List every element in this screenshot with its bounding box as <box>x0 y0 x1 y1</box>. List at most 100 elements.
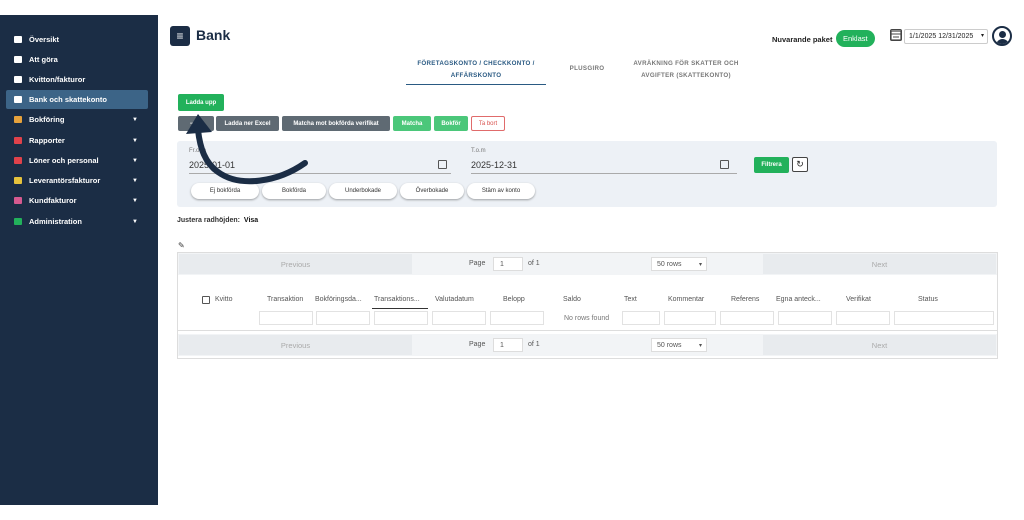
to-label: T.o.m <box>471 148 486 154</box>
page-total-bottom: of 1 <box>528 341 540 348</box>
sidebar-item-label: Bank och skattekonto <box>29 95 107 104</box>
sidebar-item-0[interactable]: Översikt <box>6 30 148 49</box>
column-filter-input[interactable] <box>836 311 890 325</box>
from-calendar-icon[interactable] <box>438 160 447 169</box>
column-header[interactable]: Belopp <box>503 296 525 303</box>
tab-plusgiro[interactable]: PLUSGIRO <box>561 63 613 75</box>
collapse-button[interactable]: − Ex <box>178 116 214 131</box>
column-filter-input[interactable] <box>374 311 428 325</box>
chevron-down-icon: ▼ <box>132 197 138 204</box>
sidebar-item-5[interactable]: Rapporter ▼ <box>6 131 148 150</box>
pencil-icon[interactable]: ✎ <box>178 241 185 250</box>
column-header[interactable]: Kvitto <box>215 296 233 303</box>
sidebar-item-label: Översikt <box>29 35 60 44</box>
row-height-toggle[interactable]: Visa <box>244 217 258 224</box>
sidebar-item-8[interactable]: Kundfakturor ▼ <box>6 191 148 210</box>
match-button[interactable]: Matcha <box>393 116 431 131</box>
package-badge[interactable]: Enklast <box>836 30 875 47</box>
column-header[interactable]: Valutadatum <box>435 296 474 303</box>
page-label: Page <box>469 260 486 267</box>
to-calendar-icon[interactable] <box>720 160 729 169</box>
from-label: Fr.o.m <box>189 148 207 154</box>
refresh-icon: ↻ <box>796 159 804 169</box>
chevron-down-icon: ▼ <box>132 137 138 144</box>
sidebar-item-7[interactable]: Leverantörsfakturor ▼ <box>6 171 148 190</box>
to-underline <box>471 173 737 174</box>
pill-underbokade[interactable]: Underbokade <box>329 183 397 199</box>
grid-footer: Previous Page 1 of 1 50 rows ▾ Next <box>177 331 998 359</box>
empty-message: No rows found <box>564 315 610 322</box>
page-total: of 1 <box>528 260 540 267</box>
column-header[interactable]: Kommentar <box>668 296 704 303</box>
refresh-button[interactable]: ↻ <box>792 157 808 172</box>
pill-overbokade[interactable]: Överbokade <box>400 183 464 199</box>
sidebar-item-icon <box>14 116 22 123</box>
tab-foretagskonto[interactable]: FÖRETAGSKONTO / CHECKKONTO / AFFÄRSKONTO <box>406 58 546 85</box>
next-button-bottom[interactable]: Next <box>763 335 996 355</box>
menu-toggle-button[interactable]: ≡ <box>170 26 190 46</box>
column-header[interactable]: Text <box>624 296 637 303</box>
calendar-icon[interactable] <box>890 29 902 41</box>
column-header[interactable]: Bokföringsda... <box>315 296 362 303</box>
date-range-select[interactable]: 1/1/2025 12/31/2025 ▾ <box>904 29 988 44</box>
download-excel-button[interactable]: Ladda ner Excel <box>216 116 279 131</box>
from-underline <box>189 173 451 174</box>
column-filter-input[interactable] <box>316 311 370 325</box>
column-filter-input[interactable] <box>490 311 544 325</box>
column-filter-input[interactable] <box>720 311 774 325</box>
column-header[interactable]: Transaktion <box>267 296 303 303</box>
sidebar-item-3[interactable]: Bank och skattekonto <box>6 90 148 109</box>
sidebar-item-label: Kundfakturor <box>29 196 77 205</box>
column-filter-input[interactable] <box>259 311 313 325</box>
column-header[interactable]: Egna anteck... <box>776 296 821 303</box>
bokfor-button[interactable]: Bokför <box>434 116 468 131</box>
pill-stam-av-konto[interactable]: Stäm av konto <box>467 183 535 199</box>
next-button[interactable]: Next <box>763 254 996 274</box>
previous-button[interactable]: Previous <box>179 254 412 274</box>
sidebar-item-icon <box>14 96 22 103</box>
column-header[interactable]: Referens <box>731 296 759 303</box>
column-filter-input[interactable] <box>432 311 486 325</box>
column-filter-input[interactable] <box>622 311 660 325</box>
rows-per-page-select[interactable]: 50 rows ▾ <box>651 257 707 271</box>
sidebar-item-icon <box>14 36 22 43</box>
column-header[interactable]: Transaktions... <box>374 296 420 303</box>
tab-skattekonto[interactable]: AVRÄKNING FÖR SKATTER OCH AVGIFTER (SKAT… <box>616 58 756 82</box>
sidebar-item-label: Löner och personal <box>29 156 99 165</box>
user-avatar[interactable] <box>992 26 1012 46</box>
sidebar-item-6[interactable]: Löner och personal ▼ <box>6 151 148 170</box>
to-date-input[interactable]: 2025-12-31 <box>471 160 517 170</box>
sorted-column-indicator <box>372 308 428 309</box>
sidebar-item-1[interactable]: Att göra <box>6 50 148 69</box>
sidebar-item-2[interactable]: Kvitton/fakturor <box>6 70 148 89</box>
column-header[interactable]: Verifikat <box>846 296 871 303</box>
main-area: ≡ Bank Nuvarande paket Enklast 1/1/2025 … <box>158 15 1024 505</box>
delete-button[interactable]: Ta bort <box>471 116 505 131</box>
sidebar-item-4[interactable]: Bokföring ▼ <box>6 110 148 129</box>
chevron-down-icon: ▼ <box>132 177 138 184</box>
select-all-checkbox[interactable] <box>202 296 210 304</box>
page-input-bottom[interactable]: 1 <box>493 338 523 352</box>
column-filter-input[interactable] <box>894 311 994 325</box>
sidebar-item-label: Leverantörsfakturor <box>29 176 101 185</box>
match-verifikat-button[interactable]: Matcha mot bokförda verifikat <box>282 116 390 131</box>
column-filter-input[interactable] <box>664 311 716 325</box>
sidebar-item-icon <box>14 197 22 204</box>
package-label: Nuvarande paket <box>772 35 833 44</box>
sidebar-item-9[interactable]: Administration ▼ <box>6 212 148 231</box>
from-date-input[interactable]: 2025-01-01 <box>189 160 235 170</box>
column-header[interactable]: Status <box>918 296 938 303</box>
sidebar-item-icon <box>14 218 22 225</box>
rows-per-page-select-bottom[interactable]: 50 rows ▾ <box>651 338 707 352</box>
previous-button-bottom[interactable]: Previous <box>179 335 412 355</box>
chevron-down-icon: ▼ <box>132 157 138 164</box>
pill-bokforda[interactable]: Bokförda <box>262 183 326 199</box>
upload-button[interactable]: Ladda upp <box>178 94 224 111</box>
column-filter-input[interactable] <box>778 311 832 325</box>
sidebar-item-icon <box>14 177 22 184</box>
column-header[interactable]: Saldo <box>563 296 581 303</box>
filter-button[interactable]: Filtrera <box>754 157 789 173</box>
chevron-down-icon: ▾ <box>980 33 984 39</box>
page-input[interactable]: 1 <box>493 257 523 271</box>
pill-ej-bokforda[interactable]: Ej bokförda <box>191 183 259 199</box>
